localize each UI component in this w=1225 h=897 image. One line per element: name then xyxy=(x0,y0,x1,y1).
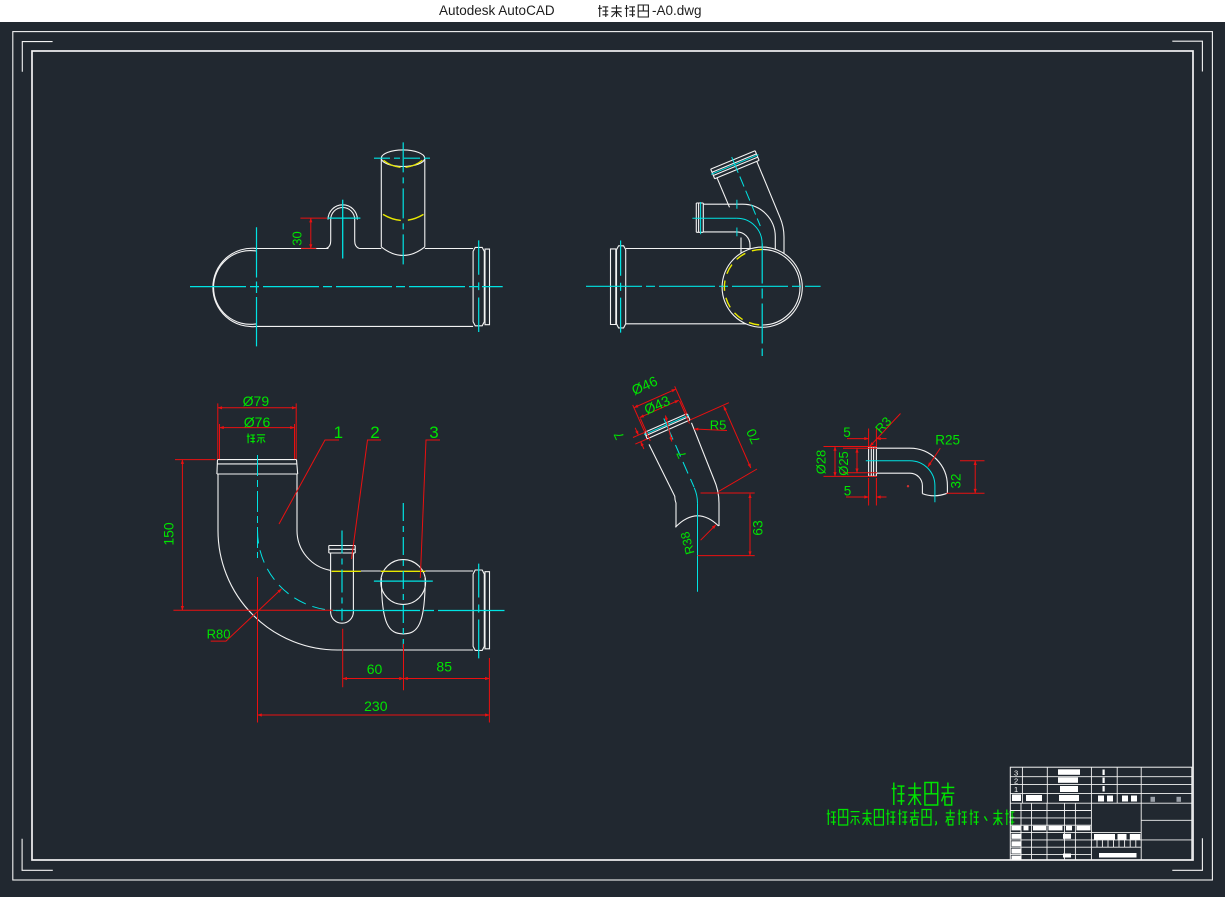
svg-text:1: 1 xyxy=(334,423,343,442)
svg-text:230: 230 xyxy=(364,698,388,714)
svg-text:30: 30 xyxy=(290,231,305,245)
svg-text:63: 63 xyxy=(749,520,765,536)
svg-text:Ø76: Ø76 xyxy=(244,414,271,430)
svg-text:85: 85 xyxy=(436,659,452,675)
svg-text:1: 1 xyxy=(1014,785,1018,794)
svg-text:R80: R80 xyxy=(207,627,231,642)
svg-text:150: 150 xyxy=(161,522,177,546)
svg-text:Ø28: Ø28 xyxy=(814,450,829,475)
svg-text:32: 32 xyxy=(949,473,964,488)
svg-text:5: 5 xyxy=(844,484,852,499)
svg-text:R5: R5 xyxy=(710,417,727,432)
svg-text:Ø79: Ø79 xyxy=(243,393,270,409)
svg-text:5: 5 xyxy=(843,425,851,440)
svg-text:2: 2 xyxy=(370,423,379,442)
svg-text:Ø25: Ø25 xyxy=(836,451,851,476)
svg-text:3: 3 xyxy=(429,423,438,442)
svg-text:R25: R25 xyxy=(935,433,960,448)
svg-text:60: 60 xyxy=(367,661,383,677)
